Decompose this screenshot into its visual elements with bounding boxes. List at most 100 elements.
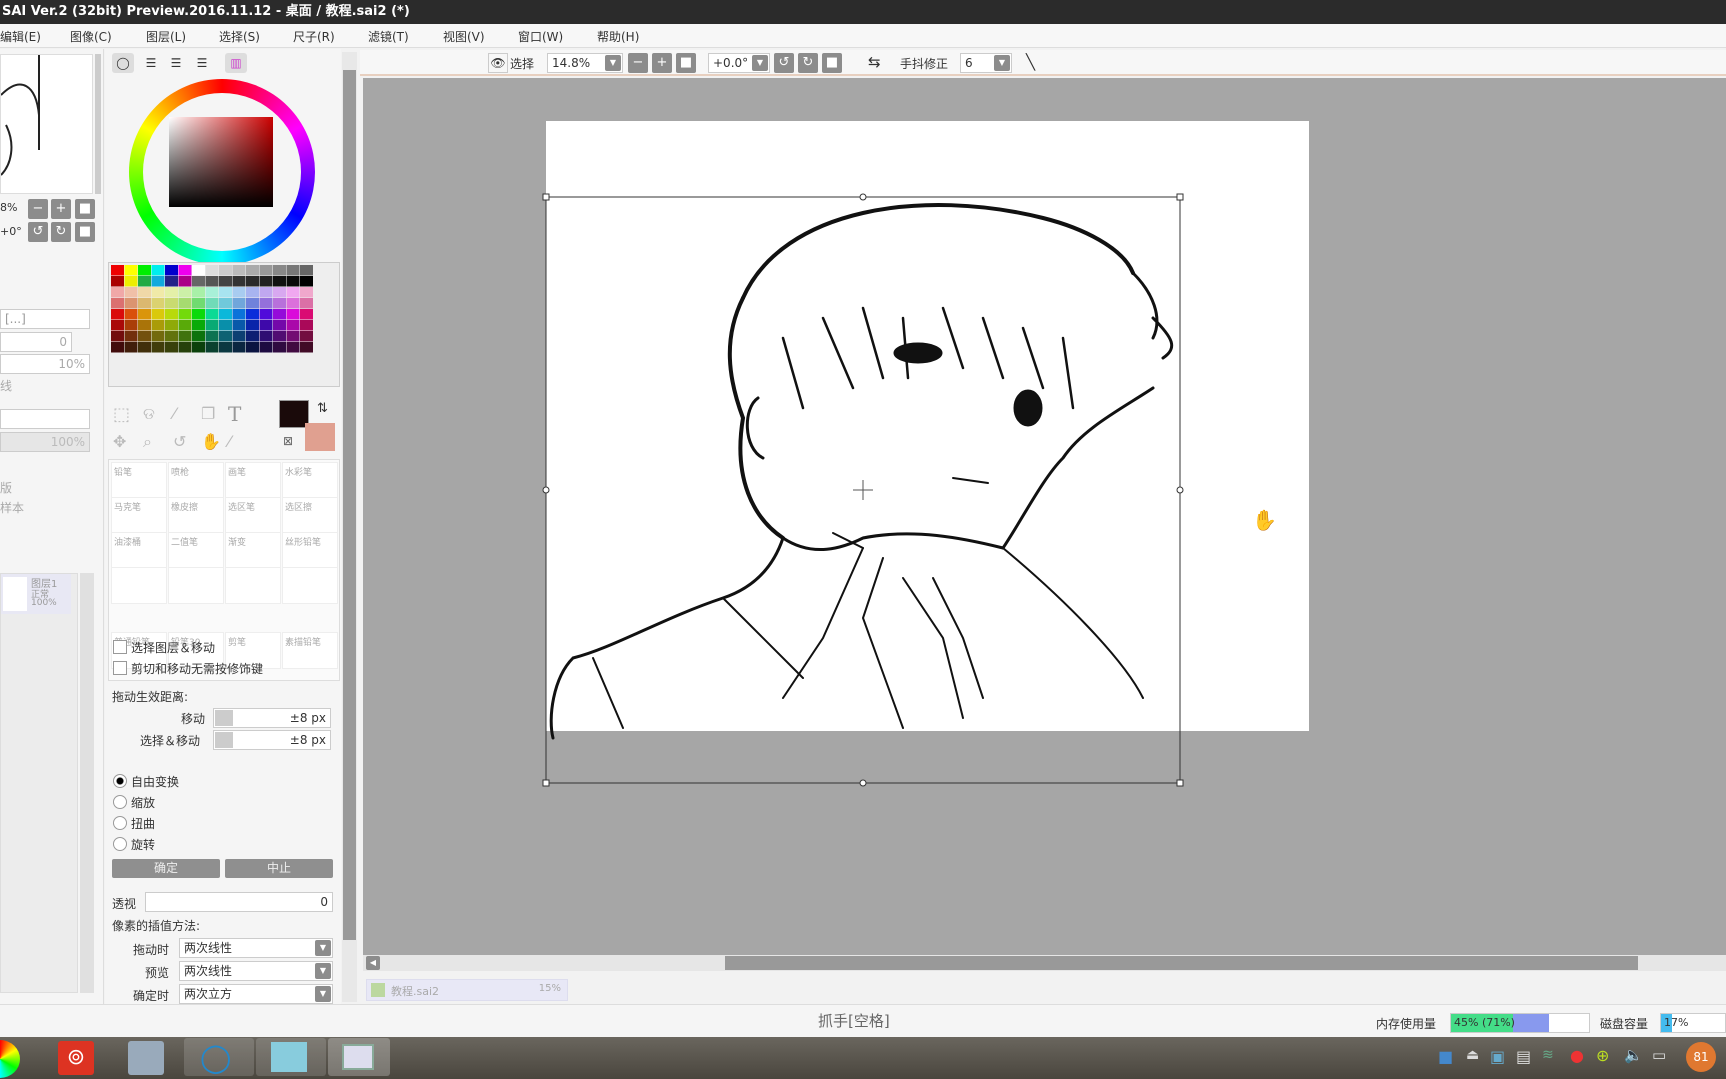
horizontal-scrollbar[interactable]: ◀: [363, 955, 1726, 971]
color-swatch[interactable]: [232, 342, 246, 353]
usb-tray-icon[interactable]: ⏏: [1466, 1047, 1479, 1063]
swatch-grid[interactable]: [109, 263, 319, 386]
zoom-in-button[interactable]: +: [652, 53, 672, 73]
brush-slot[interactable]: 画笔: [225, 462, 281, 499]
color-swatch[interactable]: [273, 320, 286, 331]
color-swatch[interactable]: [232, 331, 246, 342]
menu-window[interactable]: 窗口(W): [518, 28, 563, 45]
perspective-field[interactable]: 0: [145, 892, 333, 912]
saturation-value-square[interactable]: [169, 117, 273, 207]
nav-rotate-left-button[interactable]: ↺: [28, 222, 48, 242]
scroll-left-button[interactable]: ◀: [366, 956, 380, 970]
text-tool-icon[interactable]: T: [228, 402, 241, 426]
brush-slot[interactable]: 橡皮擦: [168, 497, 224, 534]
color-swatch[interactable]: [138, 265, 151, 276]
color-swatch[interactable]: [300, 265, 313, 276]
layer-list-scrollbar[interactable]: [80, 573, 94, 993]
nav-zoom-reset-button[interactable]: ■: [75, 199, 95, 219]
color-swatch[interactable]: [178, 309, 192, 320]
menu-help[interactable]: 帮助(H): [597, 28, 639, 45]
angle-select[interactable]: +0.0° ▼: [708, 53, 770, 73]
color-swatch[interactable]: [138, 298, 151, 309]
brush-slot[interactable]: 素描铅笔: [282, 632, 338, 669]
color-swatch[interactable]: [124, 276, 138, 287]
camera-app-icon[interactable]: [128, 1041, 164, 1075]
color-swatch[interactable]: [165, 342, 178, 353]
color-swatch[interactable]: [178, 265, 192, 276]
free-transform-radio[interactable]: [113, 774, 127, 788]
navigator-preview[interactable]: [0, 54, 93, 194]
volume-icon[interactable]: 🔈: [1624, 1046, 1643, 1064]
color-swatch[interactable]: [111, 265, 124, 276]
swatch-palette[interactable]: [108, 262, 340, 387]
color-swatch[interactable]: [205, 276, 219, 287]
eyedropper-icon[interactable]: ⁄: [228, 432, 231, 451]
network-tray-icon[interactable]: ▣: [1490, 1047, 1505, 1066]
color-swatch[interactable]: [205, 298, 219, 309]
zoom-select[interactable]: 14.8% ▼: [547, 53, 623, 73]
color-swatch[interactable]: [165, 309, 178, 320]
color-swatch[interactable]: [286, 331, 300, 342]
move-icon[interactable]: ✥: [113, 432, 126, 451]
eye-icon[interactable]: 👁: [488, 53, 508, 73]
color-swatch[interactable]: [286, 265, 300, 276]
color-swatch[interactable]: [273, 309, 286, 320]
color-swatch[interactable]: [219, 276, 232, 287]
move-distance-slider[interactable]: ±8 px: [213, 708, 331, 728]
color-swatch[interactable]: [232, 309, 246, 320]
app-tray-icon[interactable]: ▤: [1516, 1047, 1531, 1066]
brush-slot[interactable]: [168, 567, 224, 604]
layer-item[interactable]: 图层1 正常 100%: [1, 574, 71, 614]
scale-radio[interactable]: [113, 795, 127, 809]
color-swatch[interactable]: [111, 320, 124, 331]
color-swatch[interactable]: [246, 287, 259, 298]
color-swatch[interactable]: [219, 331, 232, 342]
layer-value-field[interactable]: 0: [0, 332, 72, 352]
app-taskbar-item[interactable]: [256, 1038, 326, 1076]
mixer-tab[interactable]: ☰: [191, 53, 213, 73]
wifi-tray-icon[interactable]: ≋: [1542, 1047, 1554, 1063]
brush-slot[interactable]: 马克笔: [111, 497, 167, 534]
color-swatch[interactable]: [178, 287, 192, 298]
file-tab[interactable]: 教程.sai2 15%: [366, 979, 568, 1001]
brush-slot[interactable]: 铅笔: [111, 462, 167, 499]
menu-select[interactable]: 选择(S): [219, 28, 260, 45]
color-swatch[interactable]: [259, 298, 273, 309]
nav-zoom-out-button[interactable]: −: [28, 199, 48, 219]
swap-colors-icon[interactable]: ⇅: [317, 401, 328, 416]
color-swatch[interactable]: [273, 287, 286, 298]
color-swatch[interactable]: [219, 287, 232, 298]
hand-icon[interactable]: ✋: [201, 432, 221, 451]
color-swatch[interactable]: [300, 276, 313, 287]
color-swatch[interactable]: [286, 276, 300, 287]
color-swatch[interactable]: [259, 320, 273, 331]
menu-view[interactable]: 视图(V): [443, 28, 485, 45]
color-swatch[interactable]: [232, 265, 246, 276]
brush-slot[interactable]: [111, 567, 167, 604]
color-swatch[interactable]: [246, 298, 259, 309]
confirm-interp-select[interactable]: 两次立方 ▼: [179, 984, 333, 1004]
brush-slot[interactable]: [225, 567, 281, 604]
color-swatch[interactable]: [192, 331, 205, 342]
color-swatch[interactable]: [219, 265, 232, 276]
color-swatch[interactable]: [205, 287, 219, 298]
color-swatch[interactable]: [151, 342, 165, 353]
color-swatch[interactable]: [300, 320, 313, 331]
layer-select-icon[interactable]: ❐: [201, 404, 215, 423]
start-button[interactable]: [0, 1040, 20, 1078]
color-swatch[interactable]: [111, 276, 124, 287]
color-swatch[interactable]: [111, 309, 124, 320]
rgb-slider-tab[interactable]: ☰: [140, 53, 162, 73]
color-swatch[interactable]: [273, 298, 286, 309]
color-swatch[interactable]: [151, 298, 165, 309]
color-swatch[interactable]: [259, 287, 273, 298]
color-swatch[interactable]: [165, 320, 178, 331]
color-swatch[interactable]: [151, 265, 165, 276]
nav-rotate-right-button[interactable]: ↻: [51, 222, 71, 242]
color-swatch[interactable]: [178, 298, 192, 309]
color-swatch[interactable]: [165, 331, 178, 342]
color-swatch[interactable]: [286, 342, 300, 353]
color-swatch[interactable]: [300, 298, 313, 309]
brush-slot[interactable]: 油漆桶: [111, 532, 167, 569]
color-swatch[interactable]: [259, 342, 273, 353]
